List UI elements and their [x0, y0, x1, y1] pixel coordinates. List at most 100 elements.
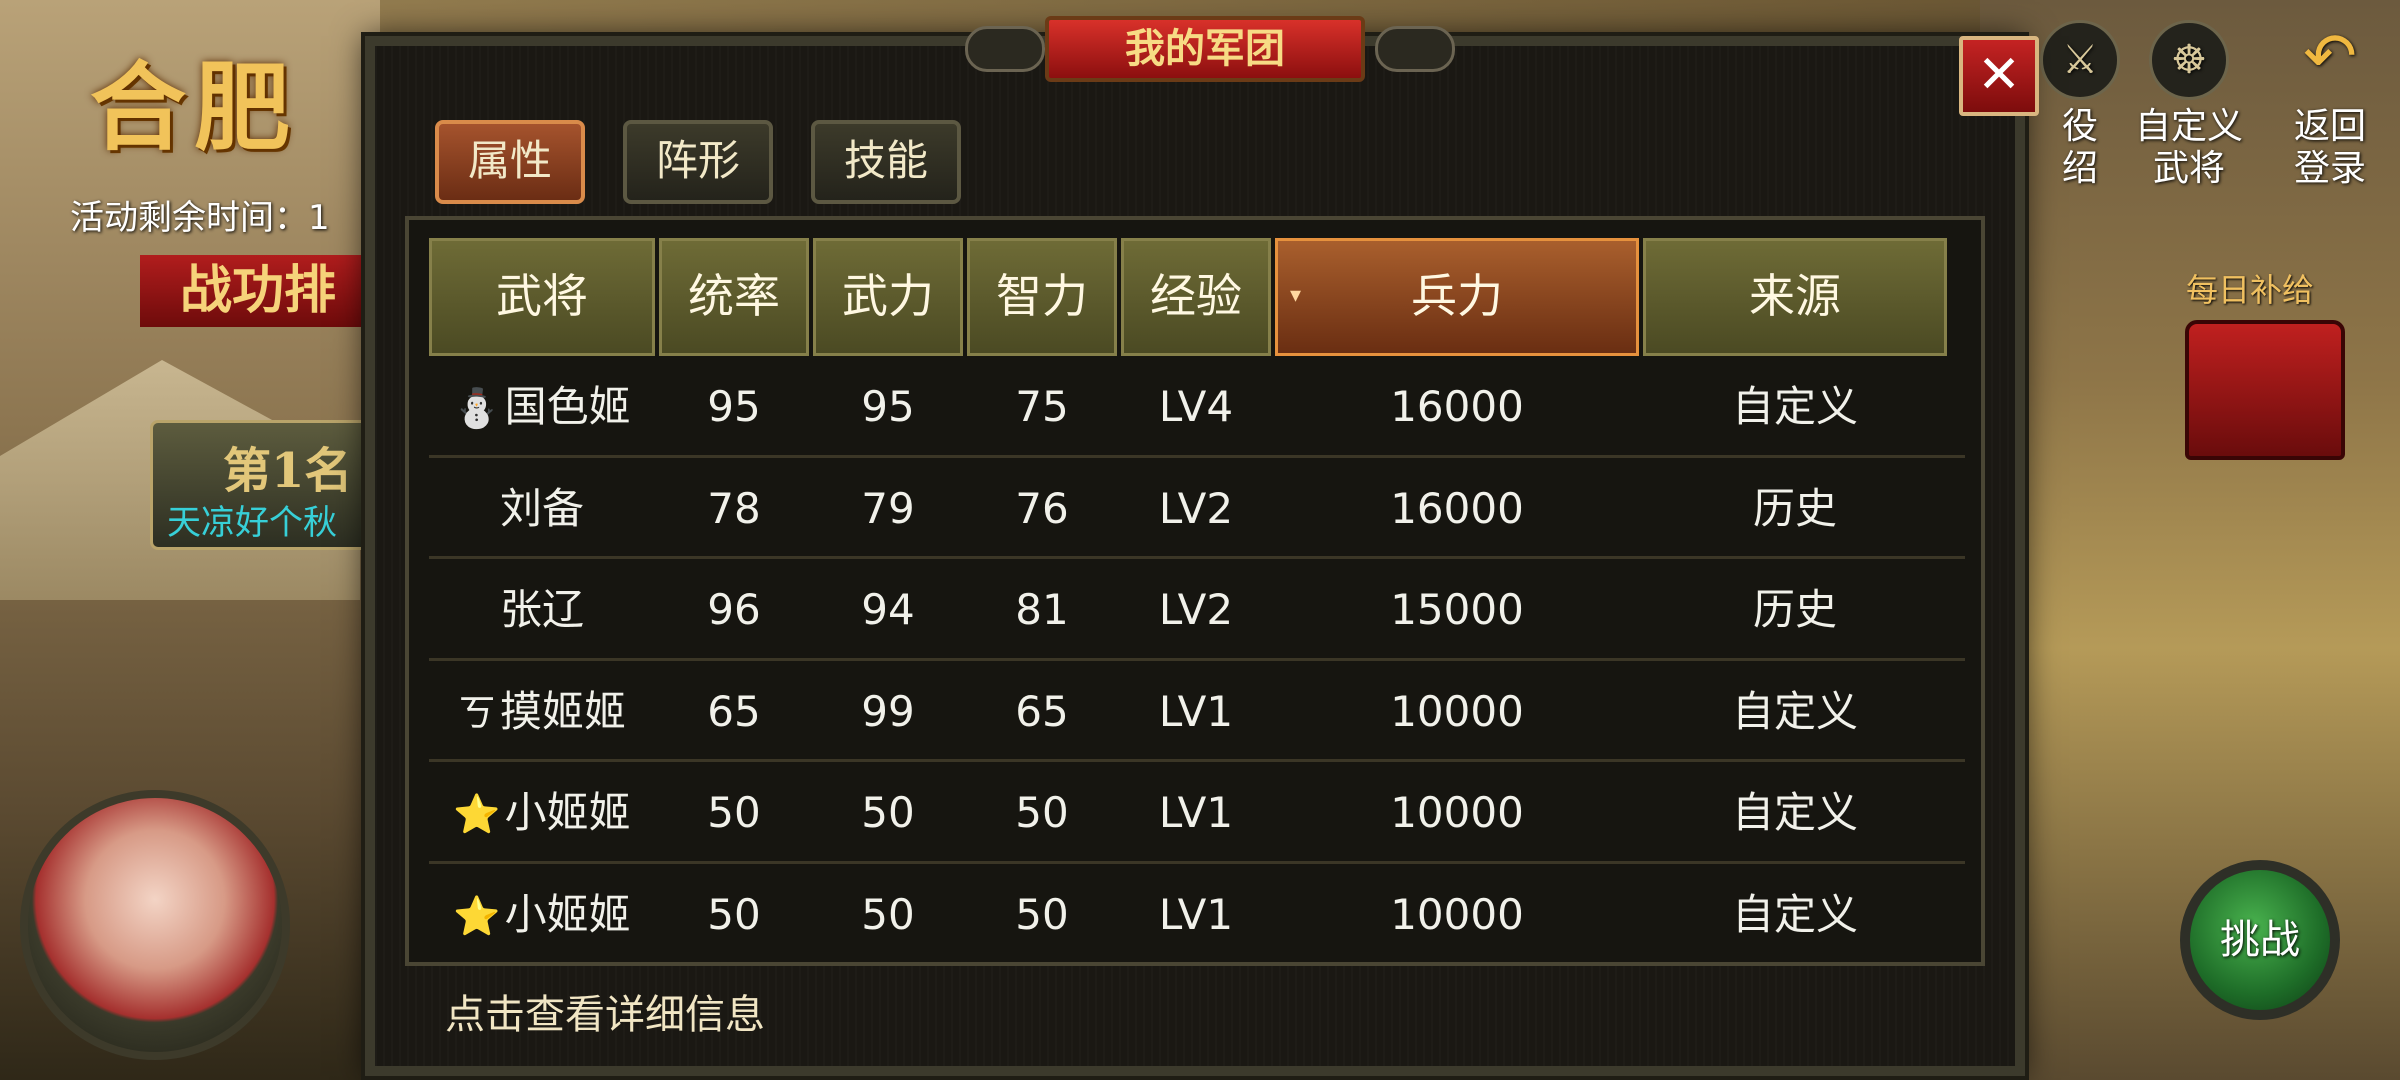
back-arrow-icon: ↶ — [2303, 20, 2357, 94]
command-cell: 96 — [707, 585, 761, 634]
close-button[interactable]: ✕ — [1959, 36, 2039, 116]
table-row[interactable]: ㄎ摸姬姬 65 99 65 LV1 10000 自定义 — [429, 661, 1965, 762]
table-header: 武将 统率 武力 智力 经验 ▾ 兵力 来源 — [429, 238, 1965, 356]
intelligence-cell: 75 — [1015, 382, 1069, 431]
general-name: 小姬姬 — [504, 889, 631, 939]
campaign-intro-button[interactable]: ⚔ 役 绍 — [2040, 20, 2120, 190]
my-army-dialog: 我的军团 ✕ 属性 阵形 技能 武将 统率 武力 智力 经验 ▾ 兵力 来源 ⛄… — [365, 16, 2039, 1076]
campaign-intro-label: 役 绍 — [2061, 106, 2098, 189]
table-row[interactable]: ⭐小姬姬 50 50 50 LV1 10000 自定义 — [429, 864, 1965, 953]
intelligence-cell: 65 — [1015, 686, 1069, 736]
experience-cell: LV1 — [1158, 788, 1234, 837]
table-row[interactable]: 张辽 96 94 81 LV2 15000 历史 — [429, 559, 1965, 661]
experience-cell: LV2 — [1158, 585, 1234, 634]
command-cell: 50 — [707, 889, 761, 939]
command-cell: 78 — [707, 483, 761, 533]
column-header-command[interactable]: 统率 — [659, 238, 809, 356]
star-icon: ⭐ — [453, 792, 501, 836]
force-cell: 79 — [861, 483, 915, 533]
daily-supply-chest-icon[interactable] — [2185, 320, 2345, 460]
player-avatar[interactable] — [20, 790, 290, 1060]
command-cell: 95 — [707, 382, 761, 431]
table-body: ⛄国色姬 95 95 75 LV4 16000 自定义 刘备 78 79 76 … — [429, 356, 1965, 952]
event-title: 合肥 — [90, 51, 298, 164]
sort-descending-icon: ▾ — [1290, 283, 1302, 308]
title-ornament-right — [1375, 26, 1455, 72]
source-cell: 自定义 — [1731, 686, 1858, 736]
general-name: 小姬姬 — [504, 788, 631, 837]
general-name-cell: 刘备 — [429, 458, 655, 559]
troops-cell: 15000 — [1390, 585, 1524, 634]
force-cell: 50 — [861, 889, 915, 939]
table-row[interactable]: 刘备 78 79 76 LV2 16000 历史 — [429, 458, 1965, 559]
glyph-icon: ㄎ — [457, 690, 496, 735]
intelligence-cell: 50 — [1015, 889, 1069, 939]
rank1-card: 第1名 天凉好个秋 — [150, 420, 390, 550]
back-to-login-button[interactable]: ↶ 返回 登录 — [2290, 20, 2370, 190]
column-header-troops-label: 兵力 — [1411, 269, 1503, 323]
source-cell: 历史 — [1752, 585, 1837, 634]
close-icon: ✕ — [1977, 45, 2021, 105]
column-header-general[interactable]: 武将 — [429, 238, 655, 356]
troops-cell: 16000 — [1390, 382, 1524, 431]
troops-cell: 16000 — [1390, 483, 1524, 533]
general-name-cell: 张辽 — [429, 559, 655, 660]
rank1-player-name: 天凉好个秋 — [167, 503, 337, 543]
column-header-intelligence[interactable]: 智力 — [967, 238, 1117, 356]
dialog-title: 我的军团 — [1045, 16, 1365, 82]
source-cell: 历史 — [1752, 483, 1837, 533]
custom-general-label: 自定义 武将 — [2135, 106, 2244, 189]
tab-formation[interactable]: 阵形 — [623, 120, 773, 204]
column-header-experience[interactable]: 经验 — [1121, 238, 1271, 356]
column-header-force[interactable]: 武力 — [813, 238, 963, 356]
generals-table[interactable]: 武将 统率 武力 智力 经验 ▾ 兵力 来源 ⛄国色姬 95 95 75 LV4… — [429, 238, 1965, 952]
campaign-icon: ⚔ — [2040, 20, 2120, 100]
command-cell: 50 — [707, 788, 761, 837]
source-cell: 自定义 — [1731, 382, 1858, 431]
general-name-cell: ㄎ摸姬姬 — [429, 661, 655, 762]
event-timer: 活动剩余时间：1 — [70, 198, 330, 238]
intelligence-cell: 81 — [1015, 585, 1069, 634]
custom-general-icon: ☸ — [2149, 20, 2229, 100]
tab-attributes[interactable]: 属性 — [435, 120, 585, 204]
general-name: 刘备 — [499, 483, 584, 533]
experience-cell: LV4 — [1158, 382, 1234, 431]
intelligence-cell: 50 — [1015, 788, 1069, 837]
column-header-source[interactable]: 来源 — [1643, 238, 1947, 356]
rank1-title: 第1名 — [223, 443, 353, 499]
general-name: 张辽 — [499, 585, 584, 634]
custom-general-button[interactable]: ☸ 自定义 武将 — [2135, 20, 2243, 190]
daily-supply-label: 每日补给 — [2186, 271, 2315, 309]
table-row[interactable]: ⛄国色姬 95 95 75 LV4 16000 自定义 — [429, 356, 1965, 458]
force-cell: 94 — [861, 585, 915, 634]
experience-cell: LV1 — [1158, 686, 1234, 736]
troops-cell: 10000 — [1390, 889, 1524, 939]
back-to-login-label: 返回 登录 — [2293, 106, 2366, 189]
general-name-cell: ⭐小姬姬 — [429, 864, 655, 953]
troops-cell: 10000 — [1390, 686, 1524, 736]
star-icon: ⭐ — [453, 893, 501, 938]
ranking-banner: 战功排 — [140, 255, 390, 327]
general-name-cell: ⭐小姬姬 — [429, 762, 655, 863]
generals-table-frame: 武将 统率 武力 智力 经验 ▾ 兵力 来源 ⛄国色姬 95 95 75 LV4… — [405, 216, 1985, 966]
force-cell: 95 — [861, 382, 915, 431]
general-name: 国色姬 — [504, 382, 631, 431]
command-cell: 65 — [707, 686, 761, 736]
detail-hint-text: 点击查看详细信息 — [445, 992, 765, 1038]
tab-skills[interactable]: 技能 — [811, 120, 961, 204]
force-cell: 50 — [861, 788, 915, 837]
general-name: 摸姬姬 — [500, 686, 627, 736]
table-row[interactable]: ⭐小姬姬 50 50 50 LV1 10000 自定义 — [429, 762, 1965, 864]
challenge-button[interactable]: 挑战 — [2180, 860, 2340, 1020]
experience-cell: LV2 — [1158, 483, 1234, 533]
general-name-cell: ⛄国色姬 — [429, 356, 655, 457]
snowman-icon: ⛄ — [453, 386, 501, 430]
troops-cell: 10000 — [1390, 788, 1524, 837]
experience-cell: LV1 — [1158, 889, 1234, 939]
column-header-troops[interactable]: ▾ 兵力 — [1275, 238, 1639, 356]
force-cell: 99 — [861, 686, 915, 736]
title-ornament-left — [965, 26, 1045, 72]
source-cell: 自定义 — [1731, 788, 1858, 837]
source-cell: 自定义 — [1731, 889, 1858, 939]
intelligence-cell: 76 — [1015, 483, 1069, 533]
